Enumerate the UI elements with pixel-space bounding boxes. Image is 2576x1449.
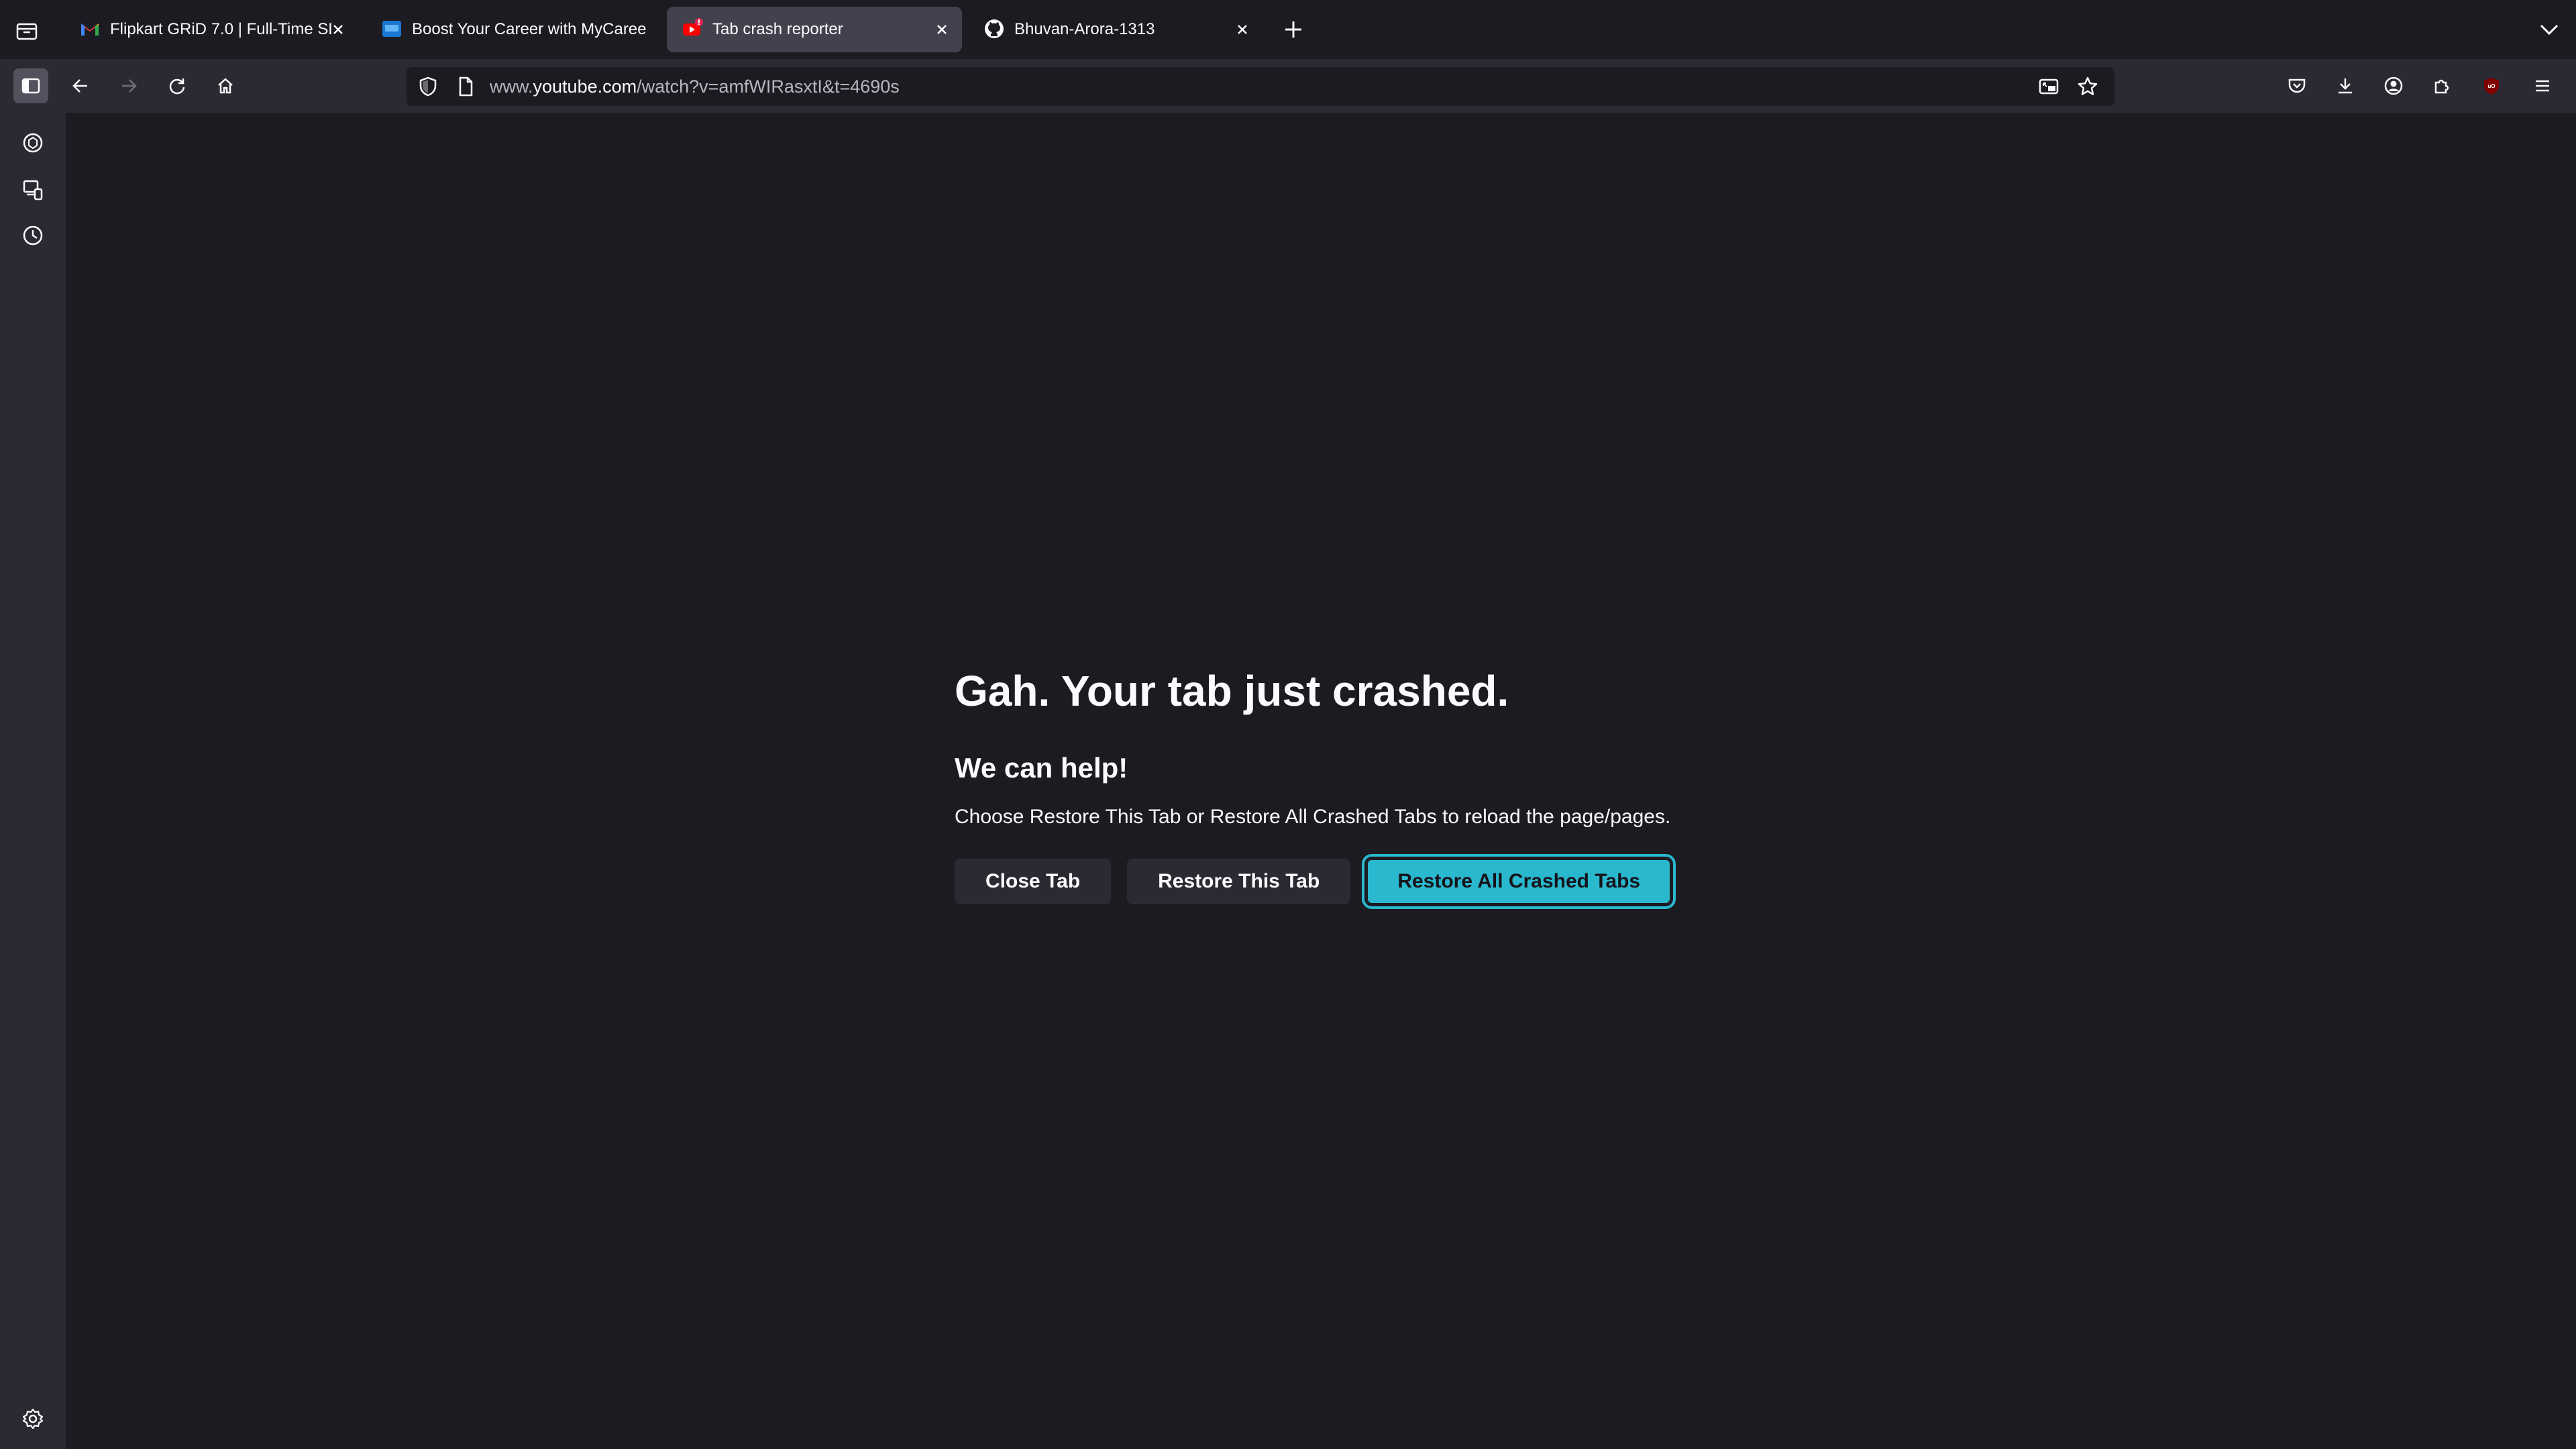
mycareer-icon bbox=[382, 21, 401, 37]
tab-mycareer[interactable]: Boost Your Career with MyCaree bbox=[366, 7, 656, 52]
restore-this-tab-button[interactable]: Restore This Tab bbox=[1127, 859, 1351, 904]
picture-in-picture-icon[interactable] bbox=[2038, 76, 2059, 97]
home-icon bbox=[218, 78, 233, 94]
history-clock-icon[interactable] bbox=[20, 223, 46, 248]
chevron-down-icon[interactable] bbox=[2537, 19, 2561, 40]
gear-icon[interactable] bbox=[20, 1406, 46, 1432]
tab-flipkart[interactable]: Flipkart GRiD 7.0 | Full-Time SDE bbox=[64, 7, 354, 52]
bookmark-star-icon[interactable] bbox=[2077, 76, 2098, 97]
hamburger-menu-icon bbox=[2536, 80, 2549, 92]
pocket-button[interactable] bbox=[2279, 68, 2314, 103]
tab-list-icon[interactable] bbox=[13, 17, 40, 44]
tab-title: Tab crash reporter bbox=[712, 20, 843, 38]
url-host: youtube.com bbox=[533, 76, 637, 97]
crash-title: Gah. Your tab just crashed. bbox=[955, 667, 1509, 715]
forward-button[interactable] bbox=[111, 68, 146, 103]
account-icon bbox=[2384, 76, 2403, 95]
crash-reporter-panel: Gah. Your tab just crashed. We can help!… bbox=[955, 664, 1760, 909]
close-tab-icon[interactable] bbox=[934, 21, 950, 38]
extensions-button[interactable] bbox=[2424, 68, 2459, 103]
tracking-protection-shield-icon[interactable] bbox=[417, 76, 439, 97]
tab-github[interactable]: Bhuvan-Arora-1313 bbox=[969, 7, 1258, 52]
navigation-toolbar: www.youtube.com/watch?v=amfWIRasxtI&t=46… bbox=[0, 59, 2576, 113]
puzzle-piece-icon bbox=[2434, 79, 2449, 94]
page-content: Gah. Your tab just crashed. We can help!… bbox=[66, 113, 2576, 1449]
tab-strip: Flipkart GRiD 7.0 | Full-Time SDE Boost … bbox=[0, 0, 2576, 59]
ublock-origin-button[interactable]: uO bbox=[2474, 68, 2509, 103]
back-arrow-icon bbox=[72, 79, 87, 93]
reload-icon bbox=[169, 78, 185, 95]
page-info-icon[interactable] bbox=[455, 76, 476, 97]
tab-title: Flipkart GRiD 7.0 | Full-Time SDE bbox=[110, 20, 331, 38]
tab-title: Boost Your Career with MyCaree bbox=[412, 20, 647, 38]
sidebar bbox=[0, 113, 66, 1449]
account-button[interactable] bbox=[2376, 68, 2411, 103]
pocket-icon bbox=[2288, 78, 2306, 93]
url-text[interactable]: www.youtube.com/watch?v=amfWIRasxtI&t=46… bbox=[490, 67, 900, 106]
url-prefix: www. bbox=[490, 76, 533, 97]
sidebar-toggle-button[interactable] bbox=[13, 68, 48, 103]
tab-title: Bhuvan-Arora-1313 bbox=[1014, 20, 1155, 38]
new-tab-plus-icon[interactable] bbox=[1281, 17, 1305, 42]
sidebar-icon bbox=[21, 78, 40, 94]
github-icon bbox=[985, 19, 1004, 38]
home-button[interactable] bbox=[208, 68, 243, 103]
url-path: /watch?v=amfWIRasxtI&t=4690s bbox=[637, 76, 900, 97]
back-button[interactable] bbox=[63, 68, 98, 103]
reload-button[interactable] bbox=[160, 68, 195, 103]
tab-crash-reporter[interactable]: Tab crash reporter bbox=[667, 7, 962, 52]
ublock-origin-icon: uO bbox=[2484, 78, 2499, 95]
close-tab-button[interactable]: Close Tab bbox=[955, 859, 1112, 904]
crash-subtitle: We can help! bbox=[955, 752, 1128, 784]
downloads-button[interactable] bbox=[2328, 68, 2363, 103]
ai-chatbot-icon[interactable] bbox=[20, 130, 46, 156]
forward-arrow-icon bbox=[122, 79, 137, 93]
synced-tabs-icon[interactable] bbox=[20, 177, 46, 203]
url-bar[interactable]: www.youtube.com/watch?v=amfWIRasxtI&t=46… bbox=[407, 67, 2114, 106]
svg-text:uO: uO bbox=[2487, 83, 2495, 89]
crash-button-row: Close Tab Restore This Tab Restore All C… bbox=[955, 854, 1760, 909]
youtube-crashed-icon bbox=[683, 18, 703, 36]
app-menu-button[interactable] bbox=[2525, 68, 2560, 103]
download-icon bbox=[2339, 78, 2352, 94]
gmail-icon bbox=[81, 23, 99, 36]
restore-all-crashed-tabs-button[interactable]: Restore All Crashed Tabs bbox=[1362, 854, 1676, 909]
crash-message: Choose Restore This Tab or Restore All C… bbox=[955, 806, 1671, 828]
close-tab-icon[interactable] bbox=[330, 21, 346, 38]
close-tab-icon[interactable] bbox=[1234, 21, 1250, 38]
